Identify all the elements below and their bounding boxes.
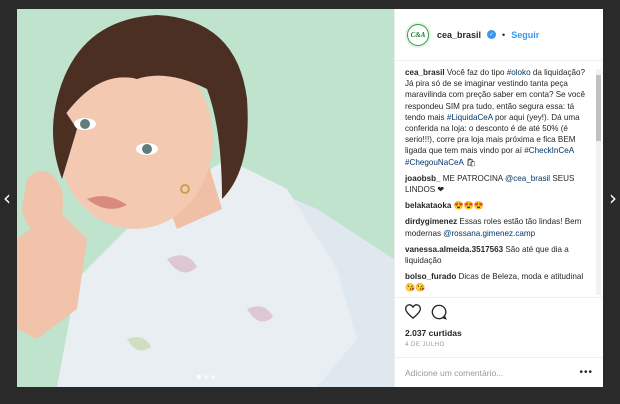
- comment-hashtag-link[interactable]: #LiquidaCeA: [447, 113, 493, 122]
- comment-hashtag-link[interactable]: #oloko: [507, 68, 531, 77]
- comment-item: dirdygimenez Essas roles estão tão linda…: [405, 216, 589, 238]
- comment-username-link[interactable]: belakataoka: [405, 201, 451, 210]
- comment-item: bolso_furado Dicas de Beleza, moda e ati…: [405, 271, 589, 293]
- username-link[interactable]: cea_brasil: [437, 30, 481, 40]
- comment-input[interactable]: Adicione um comentário...: [405, 368, 579, 378]
- comment-username-link[interactable]: vanessa.almeida.3517563: [405, 245, 503, 254]
- comment-text: Você faz do tipo: [444, 68, 507, 77]
- avatar[interactable]: C&A: [405, 21, 431, 48]
- likes-count[interactable]: 2.037 curtidas: [405, 328, 593, 338]
- comments-scrollbar[interactable]: [596, 69, 601, 295]
- comment-text: ME PATROCINA: [440, 173, 505, 183]
- likes-label: curtidas: [428, 328, 462, 338]
- comment-item: vanessa.almeida.3517563 São até que dia …: [405, 244, 589, 266]
- post-actions: 2.037 curtidas 4 DE JULHO: [395, 297, 603, 357]
- carousel-dot[interactable]: [210, 375, 215, 379]
- comment-username-link[interactable]: dirdygimenez: [405, 217, 457, 226]
- comment-item: cea_brasil Você faz do tipo #oloko da li…: [405, 67, 589, 168]
- comment-item: belakataoka 😍😍😍: [405, 200, 589, 211]
- comment-username-link[interactable]: cea_brasil: [405, 68, 445, 77]
- add-comment-bar: Adicione um comentário... •••: [395, 357, 603, 387]
- comment-text: 😍😍😍: [451, 201, 484, 211]
- comment-hashtag-link[interactable]: @cea_brasil: [505, 174, 550, 183]
- like-heart-icon[interactable]: [404, 304, 422, 324]
- comment-hashtag-link[interactable]: #CheckInCeA: [524, 146, 574, 155]
- comment-username-link[interactable]: joaobsb_: [405, 174, 441, 183]
- previous-post-arrow[interactable]: ‹: [0, 186, 14, 210]
- comment-hashtag-link[interactable]: #ChegouNaCeA: [405, 158, 464, 167]
- post-modal: C&A cea_brasil ✓ • Seguir cea_brasil Voc…: [17, 9, 603, 387]
- separator-dot: •: [502, 29, 506, 40]
- carousel-dot[interactable]: [203, 375, 208, 379]
- post-side-panel: C&A cea_brasil ✓ • Seguir cea_brasil Voc…: [394, 9, 603, 387]
- post-header: C&A cea_brasil ✓ • Seguir: [395, 9, 603, 61]
- likes-number: 2.037: [405, 328, 427, 338]
- scrollbar-thumb[interactable]: [596, 75, 601, 141]
- photo-illustration: [17, 9, 394, 387]
- comment-item: joaobsb_ ME PATROCINA @cea_brasil SEUS L…: [405, 173, 589, 195]
- more-options-icon[interactable]: •••: [579, 367, 593, 378]
- comment-bubble-icon[interactable]: [431, 304, 447, 325]
- carousel-dot[interactable]: [196, 375, 201, 379]
- comment-hashtag-link[interactable]: @rossana.gimenez.camp: [443, 229, 535, 238]
- comments-list[interactable]: cea_brasil Você faz do tipo #oloko da li…: [395, 61, 603, 297]
- post-photo[interactable]: [17, 9, 394, 387]
- follow-button[interactable]: Seguir: [511, 30, 539, 40]
- comment-username-link[interactable]: bolso_furado: [405, 272, 456, 281]
- next-post-arrow[interactable]: ›: [606, 186, 620, 210]
- carousel-dots: [17, 375, 394, 379]
- post-date: 4 DE JULHO: [405, 342, 445, 348]
- brand-logo: C&A: [408, 24, 428, 45]
- comment-text: 🛍: [463, 157, 477, 167]
- verified-badge-icon: ✓: [487, 30, 497, 39]
